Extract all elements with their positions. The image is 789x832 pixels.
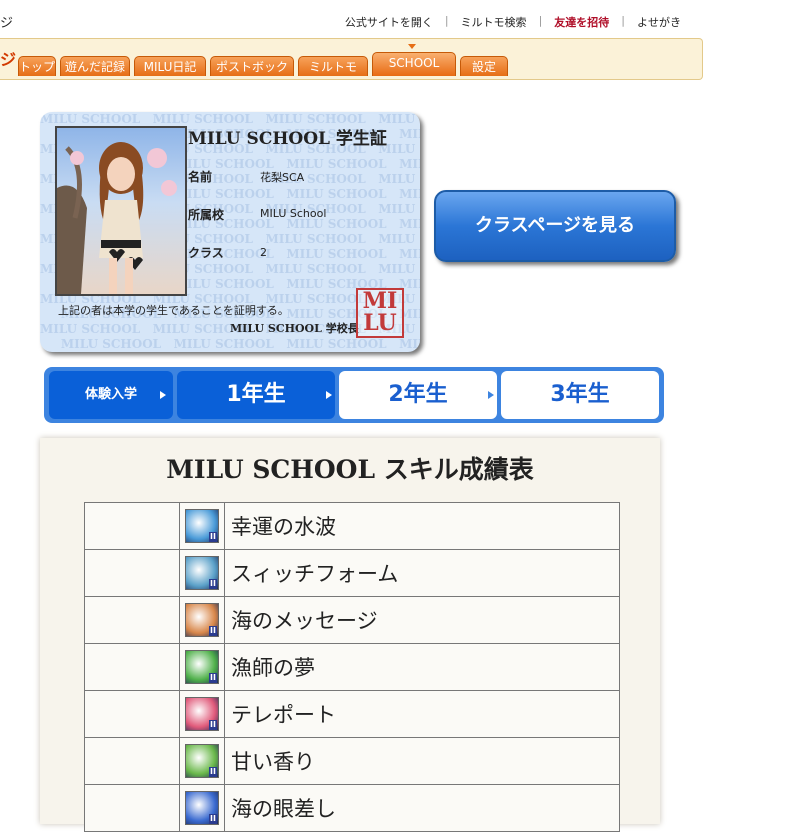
skill-icon-cell: II bbox=[179, 784, 225, 832]
skill-name: 海の眼差し bbox=[224, 784, 620, 832]
arrow-right-icon bbox=[326, 391, 332, 399]
skill-name: 海のメッセージ bbox=[224, 596, 620, 644]
skill-grade-cell bbox=[84, 549, 180, 597]
arrow-right-icon bbox=[160, 391, 166, 399]
skill-report-title: MILU SCHOOL スキル成績表 bbox=[166, 455, 534, 484]
skill-table: II 幸運の水波 II スィッチフォーム II 海のメッセージ II 漁師の夢 II テレポート I… bbox=[84, 502, 620, 832]
grade-tabs: 体験入学 1年生 2年生 3年生 bbox=[44, 367, 664, 423]
table-row: II 甘い香り bbox=[84, 737, 620, 785]
tab-milutomo[interactable]: ミルトモ bbox=[298, 56, 368, 76]
name-label: 名前 bbox=[188, 170, 213, 184]
switch-form-icon: II bbox=[185, 556, 219, 590]
skill-grade-cell bbox=[84, 596, 180, 644]
principal-signature: MILU SCHOOL 学校長 bbox=[230, 322, 359, 335]
sea-message-icon: II bbox=[185, 603, 219, 637]
avatar-figure-icon bbox=[57, 142, 177, 294]
seal-top: MI bbox=[362, 288, 398, 314]
skill-grade-cell bbox=[84, 502, 180, 550]
table-row: II 幸運の水波 bbox=[84, 502, 620, 550]
skill-icon-cell: II bbox=[179, 549, 225, 597]
skill-name: 甘い香り bbox=[224, 737, 620, 785]
page-tag: ジ bbox=[0, 16, 14, 31]
skill-grade-cell bbox=[84, 690, 180, 738]
arrow-right-icon bbox=[488, 391, 494, 399]
skill-name: テレポート bbox=[224, 690, 620, 738]
tab-grade-3[interactable]: 3年生 bbox=[501, 371, 659, 419]
card-title: MILU SCHOOL 学生証 bbox=[188, 129, 387, 149]
link-milutomo-search[interactable]: ミルトモ検索 bbox=[449, 14, 539, 30]
skill-name: 漁師の夢 bbox=[224, 643, 620, 691]
skill-icon-cell: II bbox=[179, 643, 225, 691]
tab-school[interactable]: SCHOOL bbox=[372, 52, 456, 76]
school-seal-icon: MI LU bbox=[356, 288, 404, 338]
tab-top[interactable]: トップ bbox=[18, 56, 56, 76]
skill-level-badge: II bbox=[209, 673, 217, 683]
teleport-icon: II bbox=[185, 697, 219, 731]
skill-icon-cell: II bbox=[179, 596, 225, 644]
active-tab-marker-icon bbox=[408, 44, 416, 49]
water-wave-icon: II bbox=[185, 509, 219, 543]
table-row: II 漁師の夢 bbox=[84, 643, 620, 691]
skill-report: MILU SCHOOL スキル成績表 II 幸運の水波 II スィッチフォーム II 海の… bbox=[40, 438, 660, 832]
tab-settings[interactable]: 設定 bbox=[460, 56, 508, 76]
tab-play-record[interactable]: 遊んだ記録 bbox=[60, 56, 130, 76]
nav-logo: ジ bbox=[0, 50, 17, 69]
seal-bottom: LU bbox=[363, 310, 397, 336]
school-label: 所属校 bbox=[188, 208, 225, 222]
skill-grade-cell bbox=[84, 784, 180, 832]
skill-name: スィッチフォーム bbox=[224, 549, 620, 597]
tab-postbox[interactable]: ポストボックス bbox=[210, 56, 294, 94]
skill-level-badge: II bbox=[209, 814, 217, 824]
skill-icon-cell: II bbox=[179, 502, 225, 550]
table-row: II 海の眼差し bbox=[84, 784, 620, 832]
skill-icon-cell: II bbox=[179, 737, 225, 785]
skill-grade-cell bbox=[84, 643, 180, 691]
class-value: 2 bbox=[260, 246, 267, 259]
tab-milu-diary[interactable]: MILU日記 bbox=[134, 56, 206, 76]
avatar bbox=[55, 126, 187, 296]
tab-trial[interactable]: 体験入学 bbox=[49, 371, 173, 419]
skill-level-badge: II bbox=[209, 532, 217, 542]
class-label: クラス bbox=[188, 246, 224, 260]
tab-grade-2[interactable]: 2年生 bbox=[339, 371, 497, 419]
name-value: 花梨SCA bbox=[260, 171, 305, 184]
skill-level-badge: II bbox=[209, 720, 217, 730]
skill-level-badge: II bbox=[209, 626, 217, 636]
link-invite-friend[interactable]: 友達を招待 bbox=[542, 14, 621, 30]
link-official-site[interactable]: 公式サイトを開く bbox=[333, 14, 445, 30]
link-yosegaki[interactable]: よせがき bbox=[625, 14, 693, 30]
top-links: 公式サイトを開く | ミルトモ検索 | 友達を招待 | よせがき bbox=[333, 14, 693, 30]
table-row: II スィッチフォーム bbox=[84, 549, 620, 597]
class-page-button[interactable]: クラスページを見る bbox=[434, 190, 676, 262]
table-row: II 海のメッセージ bbox=[84, 596, 620, 644]
sweet-scent-icon: II bbox=[185, 744, 219, 778]
skill-level-badge: II bbox=[209, 767, 217, 777]
sea-gaze-icon: II bbox=[185, 791, 219, 825]
student-id-card: MILU SCHOOL MILU SCHOOL MILU SCHOOL MILU… bbox=[40, 112, 420, 352]
fisher-dream-icon: II bbox=[185, 650, 219, 684]
table-row: II テレポート bbox=[84, 690, 620, 738]
school-value: MILU School bbox=[260, 207, 327, 220]
tab-grade-1[interactable]: 1年生 bbox=[177, 371, 335, 419]
skill-name: 幸運の水波 bbox=[224, 502, 620, 550]
skill-icon-cell: II bbox=[179, 690, 225, 738]
skill-grade-cell bbox=[84, 737, 180, 785]
certification-text: 上記の者は本学の学生であることを証明する。 bbox=[58, 304, 289, 317]
skill-level-badge: II bbox=[209, 579, 217, 589]
